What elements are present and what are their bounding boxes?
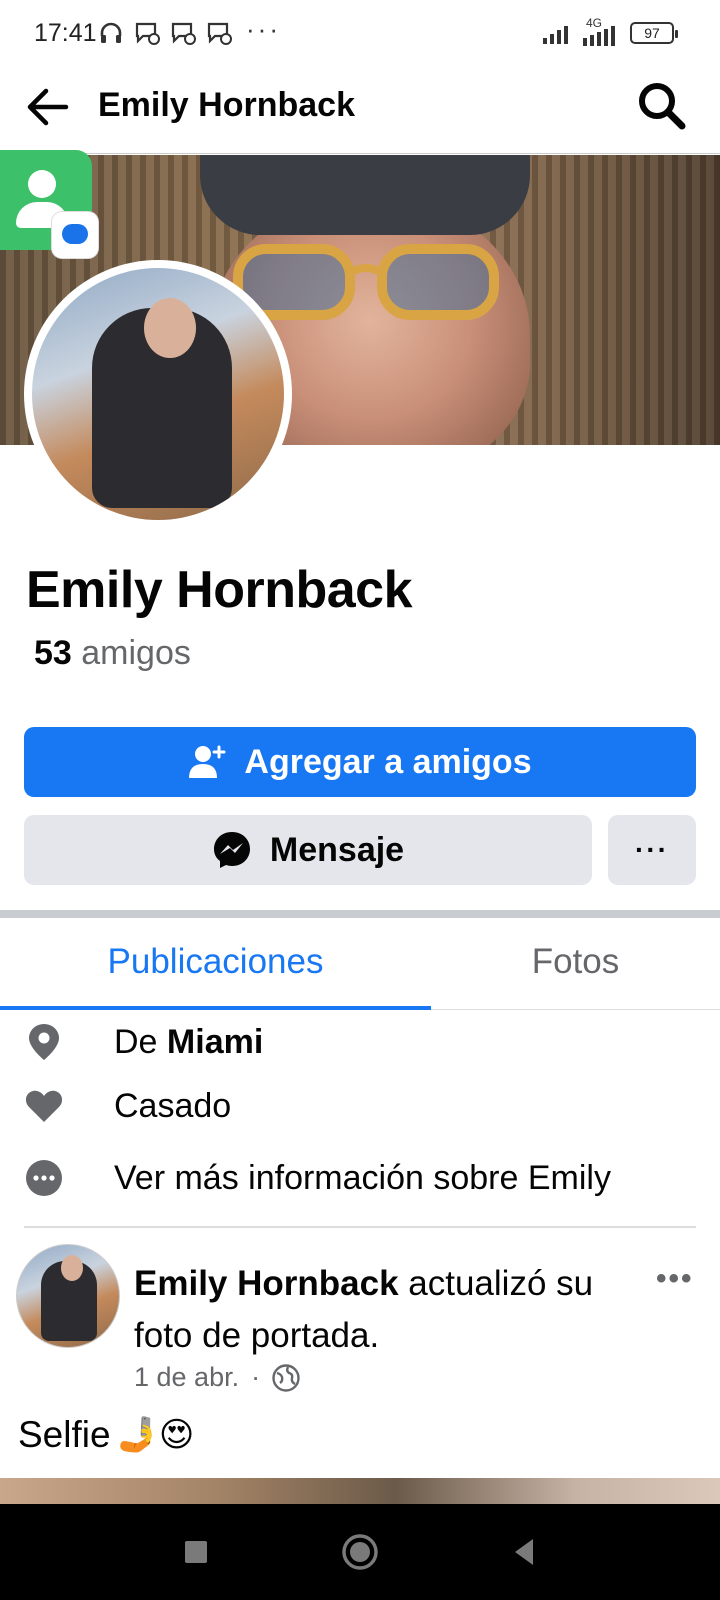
cover-cap xyxy=(200,155,530,235)
intro-divider xyxy=(24,1226,696,1228)
more-info-icon xyxy=(26,1160,62,1196)
headphones-icon xyxy=(100,22,122,43)
location-pin-icon xyxy=(29,1024,59,1060)
status-bar: 17:41 ··· 4G 97 xyxy=(0,0,720,68)
post-author-avatar[interactable] xyxy=(16,1244,120,1348)
post-caption: Selfie 🤳😍 xyxy=(18,1414,194,1456)
message-label: Mensaje xyxy=(269,830,405,869)
battery-indicator: 97 xyxy=(630,22,678,44)
post-author-name[interactable]: Emily Hornback xyxy=(134,1264,399,1303)
post-date[interactable]: 1 de abr. xyxy=(134,1362,239,1393)
intro-relationship: Casado xyxy=(24,1086,231,1126)
profile-name: Emily Hornback xyxy=(26,561,413,619)
see-more-about-link[interactable]: Ver más información sobre Emily xyxy=(24,1158,611,1198)
relationship-status: Casado xyxy=(114,1086,232,1125)
messenger-icon xyxy=(213,832,250,868)
contacts-app-icon[interactable] xyxy=(0,150,98,258)
messenger-notification-icon xyxy=(135,22,160,45)
back-button[interactable] xyxy=(22,82,72,132)
search-icon xyxy=(639,83,686,130)
back-nav-icon[interactable] xyxy=(505,1532,545,1572)
message-button[interactable]: Mensaje xyxy=(24,815,592,885)
caption-text: Selfie xyxy=(18,1414,111,1455)
signal-icon xyxy=(583,26,615,46)
more-options-label: ··· xyxy=(635,834,669,865)
tab-posts[interactable]: Publicaciones xyxy=(0,942,431,982)
meta-separator: · xyxy=(251,1362,261,1392)
active-tab-indicator xyxy=(0,1006,431,1010)
battery-level: 97 xyxy=(644,25,660,41)
search-button[interactable] xyxy=(634,78,690,134)
status-overflow: ··· xyxy=(246,14,281,44)
see-more-label: Ver más información sobre Emily xyxy=(114,1158,611,1197)
post-image-preview[interactable] xyxy=(0,1478,720,1504)
post-meta: 1 de abr. · xyxy=(134,1362,300,1393)
profile-tabs: Publicaciones Fotos xyxy=(0,918,720,1010)
globe-icon xyxy=(272,1363,300,1392)
heart-icon xyxy=(25,1090,63,1122)
hometown-prefix: De xyxy=(114,1022,167,1061)
top-app-bar: Emily Hornback xyxy=(0,68,720,154)
section-divider xyxy=(0,910,720,918)
tab-photos[interactable]: Fotos xyxy=(431,942,720,982)
post-options-button[interactable]: ••• xyxy=(656,1262,694,1296)
add-friend-icon xyxy=(189,745,226,778)
add-friend-label: Agregar a amigos xyxy=(244,742,532,781)
messenger-notification-icon xyxy=(171,22,196,45)
caption-emojis: 🤳😍 xyxy=(116,1416,195,1454)
friends-count[interactable]: 53 amigos xyxy=(34,634,191,673)
cover-sunglasses xyxy=(233,244,499,320)
signal-icon xyxy=(543,26,568,44)
friends-number: 53 xyxy=(34,634,72,672)
back-arrow-icon xyxy=(27,88,69,126)
chat-bubble-icon xyxy=(52,212,98,258)
add-friend-button[interactable]: Agregar a amigos xyxy=(24,727,696,797)
post-header-text: Emily Hornback actualizó su foto de port… xyxy=(134,1258,644,1362)
network-4g-signal: 4G xyxy=(582,16,622,46)
system-navigation-bar xyxy=(0,1504,720,1600)
more-options-button[interactable]: ··· xyxy=(608,815,696,885)
home-icon[interactable] xyxy=(340,1532,380,1572)
recent-apps-icon[interactable] xyxy=(176,1532,216,1572)
hometown-city: Miami xyxy=(166,1022,264,1061)
messenger-notification-icon xyxy=(207,22,232,45)
profile-picture[interactable] xyxy=(24,260,292,528)
intro-hometown: De Miami xyxy=(24,1022,263,1062)
header-title: Emily Hornback xyxy=(98,86,355,124)
friends-label: amigos xyxy=(71,634,191,672)
status-time: 17:41 xyxy=(34,19,97,47)
